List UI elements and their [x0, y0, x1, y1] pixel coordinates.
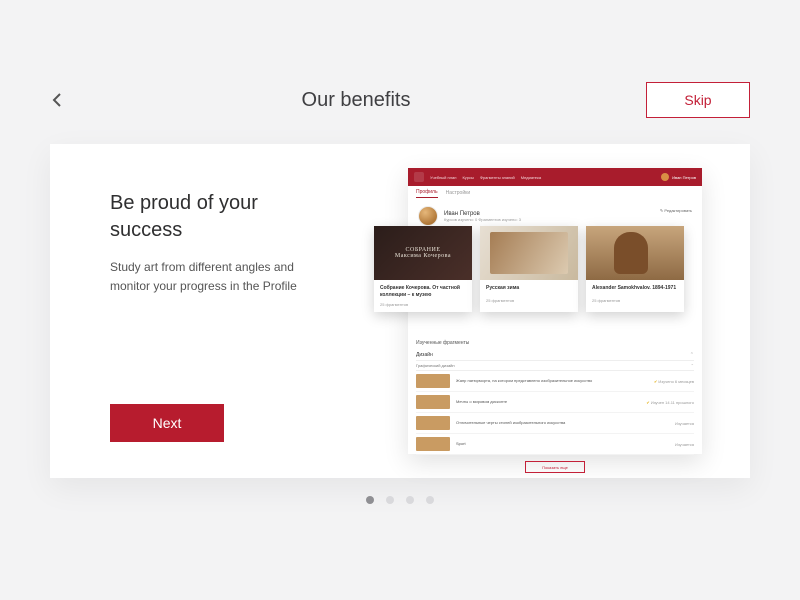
mock-navbar: Учебный план Курсы Фрагменты знаний Меди…	[408, 168, 702, 186]
pager-dot[interactable]	[386, 496, 394, 504]
chevron-left-icon	[50, 92, 66, 108]
mock-frag-text: Мечты о мировом дисконте	[456, 399, 640, 405]
page-title: Our benefits	[302, 89, 411, 112]
mock-course-thumb-icon	[374, 226, 472, 280]
mock-frag-text: Отличительные черты стилей изобразительн…	[456, 420, 669, 426]
mock-frag-thumb-icon	[416, 416, 450, 430]
mock-course-sub: 25 фрагментов	[586, 298, 684, 308]
mock-frag-text: Жанр натюрморта, на котором представлено…	[456, 378, 648, 384]
mock-frag-row: Sport Изучается	[416, 434, 694, 455]
mock-logo-icon	[414, 172, 424, 182]
mock-avatar-icon	[661, 173, 669, 181]
mock-frag-status: Изучен 14.11 прошлого	[646, 400, 694, 405]
pager-dot[interactable]	[426, 496, 434, 504]
onboarding-card: Be proud of your success Study art from …	[50, 144, 750, 478]
mock-frag-row: Отличительные черты стилей изобразительн…	[416, 413, 694, 434]
mock-show-more-button: Показать еще	[525, 461, 585, 473]
mock-course-sub: 25 фрагментов	[480, 298, 578, 308]
card-body: Study art from different angles and moni…	[110, 258, 320, 296]
mock-user-chip: Иван Петров	[661, 173, 696, 181]
mock-course-title: Русская зима	[480, 280, 578, 298]
mock-frag-section: Изученные фрагменты	[416, 340, 694, 346]
mock-course-sub: 25 фрагментов	[374, 302, 472, 312]
mock-edit-link: ✎ Редактировать	[660, 208, 692, 213]
mock-frag-thumb-icon	[416, 437, 450, 451]
skip-button[interactable]: Skip	[646, 82, 750, 118]
mock-frag-row: Жанр натюрморта, на котором представлено…	[416, 371, 694, 392]
mock-tab-settings: Настройки	[446, 190, 471, 196]
mock-course-title: Собрание Кочерова. От частной коллекции …	[374, 280, 472, 302]
mock-nav-item: Учебный план	[430, 175, 456, 180]
mock-frag-thumb-icon	[416, 374, 450, 388]
mock-frag-status: Изучается	[675, 442, 694, 447]
back-button[interactable]	[50, 92, 66, 108]
next-button[interactable]: Next	[110, 404, 224, 442]
mock-frag-subgroup: Графический дизайн ⌃	[416, 361, 694, 371]
mock-nav-item: Фрагменты знаний	[480, 175, 515, 180]
mock-nav-item: Медиатека	[521, 175, 541, 180]
profile-preview-mock: Учебный план Курсы Фрагменты знаний Меди…	[408, 168, 702, 454]
mock-course-card: Alexander Samokhvalov. 1894-1971 25 фраг…	[586, 226, 684, 312]
mock-course-card: Собрание Кочерова. От частной коллекции …	[374, 226, 472, 312]
mock-course-title: Alexander Samokhvalov. 1894-1971	[586, 280, 684, 298]
mock-user-name: Иван Петров	[672, 175, 696, 180]
mock-frag-status: Изучается	[675, 421, 694, 426]
mock-frag-group: Дизайн ⌃	[416, 350, 694, 361]
pager-dot[interactable]	[406, 496, 414, 504]
chevron-up-icon: ⌃	[690, 352, 694, 358]
mock-frag-text: Sport	[456, 441, 669, 447]
mock-profile-avatar-icon	[418, 206, 438, 226]
pager-dots	[50, 496, 750, 504]
mock-course-thumb-icon	[586, 226, 684, 280]
mock-profile-meta: Курсов изучено: 0 Фрагментов изучено: 3	[444, 217, 521, 222]
mock-course-card: Русская зима 25 фрагментов	[480, 226, 578, 312]
mock-nav-item: Курсы	[462, 175, 473, 180]
pager-dot[interactable]	[366, 496, 374, 504]
mock-tab-profile: Профиль	[416, 189, 438, 198]
chevron-up-icon: ⌃	[691, 363, 694, 368]
mock-course-thumb-icon	[480, 226, 578, 280]
mock-frag-thumb-icon	[416, 395, 450, 409]
mock-frag-status: Изучено 6 месяцев	[654, 379, 694, 384]
mock-frag-row: Мечты о мировом дисконте Изучен 14.11 про…	[416, 392, 694, 413]
card-heading: Be proud of your success	[110, 190, 334, 244]
